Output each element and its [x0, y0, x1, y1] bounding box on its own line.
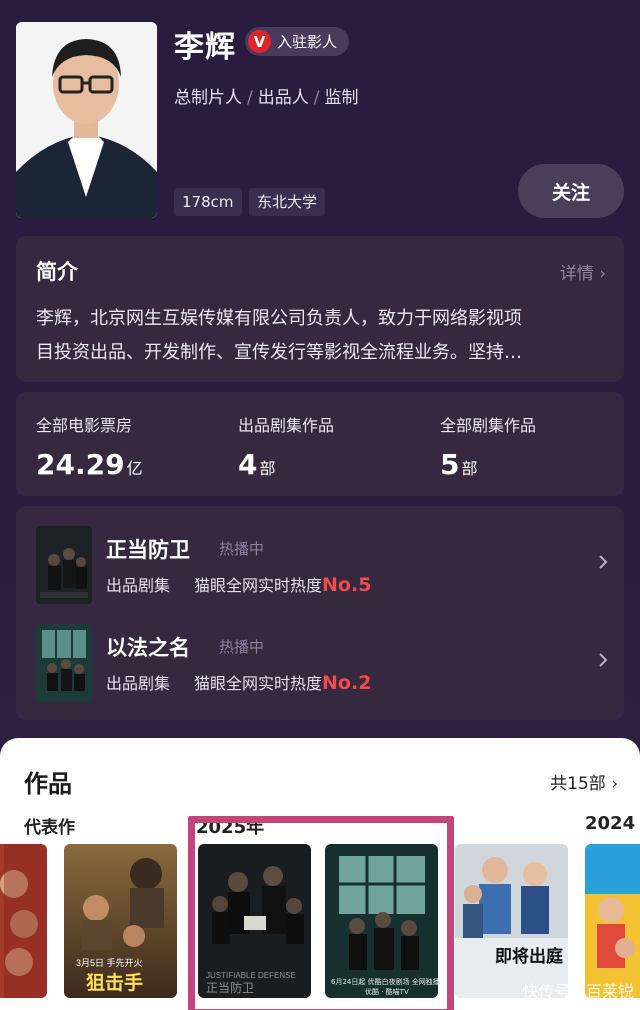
poster-caption: 3月5日 手先开火: [76, 957, 143, 968]
stat-box-office[interactable]: 全部电影票房 24.29 亿: [36, 412, 143, 481]
representative-label: 代表作: [24, 818, 75, 838]
details-label: 详情: [559, 264, 594, 284]
role-label: 总制片人: [174, 88, 242, 108]
stat-unit: 亿: [126, 459, 143, 478]
profile-name: 李辉: [174, 30, 236, 65]
intro-line: 目投资出品、开发制作、宣传发行等影视全流程业务。坚持…: [36, 342, 522, 363]
intro-card[interactable]: 简介 详情 › 李辉，北京网生互娱传媒有限公司负责人，致力于网络影视项 目投资出…: [16, 236, 624, 382]
work-poster[interactable]: 即将出庭: [455, 844, 568, 998]
show-type: 出品剧集: [106, 674, 171, 693]
height-tag: 178cm: [174, 188, 242, 216]
show-type: 出品剧集: [106, 576, 171, 595]
poster-title: 即将出庭: [495, 946, 563, 967]
heat-label: 猫眼全网实时热度: [194, 576, 323, 595]
stat-label: 全部电影票房: [36, 416, 133, 435]
profile-roles: 总制片人 / 出品人 / 监制: [174, 88, 359, 108]
highlight-box: [188, 816, 454, 1010]
year-label: 2024: [585, 813, 636, 834]
chevron-right-icon: [599, 555, 608, 569]
intro-details-link[interactable]: 详情 ›: [560, 259, 606, 284]
chevron-right-icon: ›: [599, 264, 606, 284]
role-label: 出品人: [257, 88, 309, 108]
works-count: 共15部: [550, 774, 606, 794]
verified-icon: V: [248, 30, 271, 53]
show-status: 热播中: [219, 638, 265, 656]
show-title: 正当防卫: [106, 538, 190, 562]
work-poster[interactable]: [585, 844, 640, 998]
chevron-right-icon: ›: [611, 774, 618, 794]
stat-value: 5: [440, 448, 460, 481]
stat-value: 4: [238, 448, 258, 481]
stats-card: 全部电影票房 24.29 亿 出品剧集作品 4部 全部剧集作品 5部: [16, 392, 624, 496]
show-poster: [36, 624, 92, 702]
stat-label: 出品剧集作品: [238, 416, 335, 435]
show-heat: 猫眼全网实时热度No.2: [194, 670, 371, 694]
show-heat: 猫眼全网实时热度No.5: [194, 572, 371, 596]
avatar: [16, 22, 157, 218]
works-title: 作品: [24, 770, 72, 798]
work-poster[interactable]: [0, 844, 47, 998]
stat-all-series[interactable]: 全部剧集作品 5部: [440, 412, 536, 481]
stat-value: 24.29: [36, 448, 125, 481]
works-count-link[interactable]: 共15部 ›: [550, 769, 618, 794]
heat-label: 猫眼全网实时热度: [194, 674, 323, 693]
stat-unit: 部: [461, 459, 478, 478]
airing-shows-card: 正当防卫 热播中 出品剧集 猫眼全网实时热度No.5 以法之名 热播中 出品剧集…: [16, 506, 624, 720]
stat-produced-series[interactable]: 出品剧集作品 4部: [238, 412, 334, 481]
show-title: 以法之名: [106, 636, 190, 660]
show-item[interactable]: 正当防卫 热播中 出品剧集 猫眼全网实时热度No.5: [16, 526, 624, 606]
stat-label: 全部剧集作品: [440, 416, 537, 435]
verified-badge-label: 入驻影人: [277, 33, 338, 51]
heat-rank: No.2: [322, 672, 372, 694]
role-label: 监制: [324, 88, 359, 108]
intro-line: 李辉，北京网生互娱传媒有限公司负责人，致力于网络影视项: [36, 308, 522, 329]
poster-title: 狙击手: [86, 971, 143, 994]
verified-badge: V 入驻影人: [245, 27, 350, 56]
work-poster[interactable]: 3月5日 手先开火 狙击手: [64, 844, 177, 998]
stat-unit: 部: [259, 459, 276, 478]
show-status: 热播中: [219, 540, 265, 558]
watermark: 快传号 / 百莱锐: [522, 982, 634, 1001]
chevron-right-icon: [599, 653, 608, 667]
works-sheet: 作品 共15部 › 代表作 2025年 2024 3月5日 手先开火 狙击手 J…: [0, 738, 640, 1010]
school-tag: 东北大学: [249, 188, 326, 216]
show-poster: [36, 526, 92, 604]
intro-title: 简介: [36, 260, 78, 284]
follow-button[interactable]: 关注: [518, 164, 624, 218]
heat-rank: No.5: [322, 574, 372, 596]
show-item[interactable]: 以法之名 热播中 出品剧集 猫眼全网实时热度No.2: [16, 624, 624, 704]
intro-text: 李辉，北京网生互娱传媒有限公司负责人，致力于网络影视项 目投资出品、开发制作、宣…: [36, 302, 606, 370]
